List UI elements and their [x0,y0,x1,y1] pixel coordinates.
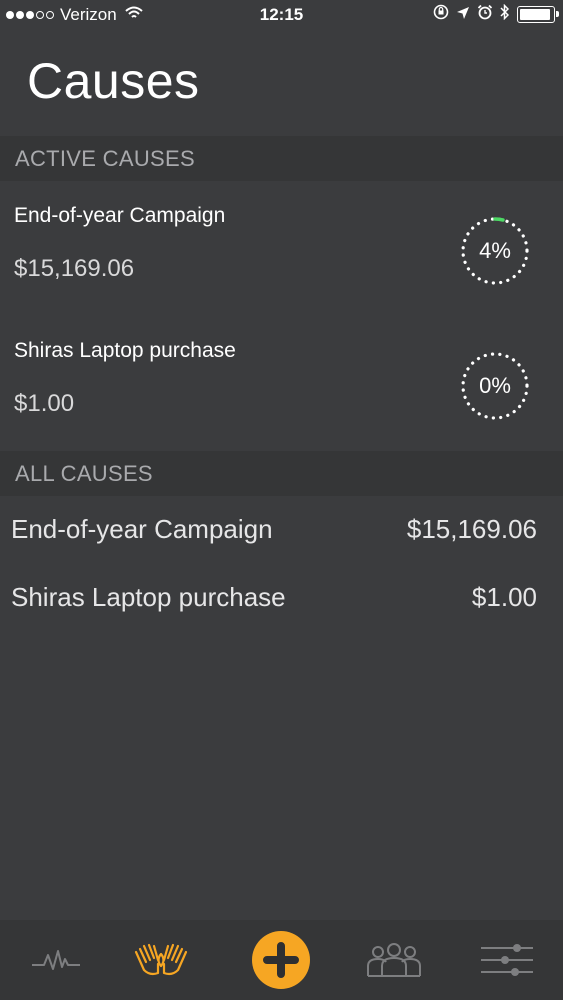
all-causes-header: ALL CAUSES [0,451,563,496]
cause-name: End-of-year Campaign [14,204,226,227]
progress-percent: 4% [479,238,511,263]
bluetooth-icon [500,3,510,25]
tab-activity[interactable] [0,920,112,1000]
battery-icon [517,6,559,23]
cause-list-item[interactable]: End-of-year Campaign $15,169.06 [0,496,563,564]
settings-sliders-icon [481,944,533,976]
tab-settings[interactable] [451,920,563,1000]
active-cause-row[interactable]: End-of-year Campaign $15,169.06 4% [0,181,563,316]
progress-percent: 0% [479,373,511,398]
rotation-lock-icon [433,4,449,25]
cause-name: Shiras Laptop purchase [14,339,236,362]
add-button[interactable] [252,931,310,989]
status-bar: Verizon 12:15 [0,0,563,30]
active-causes-header: ACTIVE CAUSES [0,136,563,181]
progress-ring: 4% [460,216,530,286]
tab-bar [0,920,563,1000]
cause-name: End-of-year Campaign [11,514,273,544]
cause-amount: $15,169.06 [14,255,135,282]
progress-ring: 0% [460,351,530,421]
add-icon [263,942,299,978]
location-arrow-icon [456,5,470,25]
activity-pulse-icon [32,950,80,970]
cause-name: Shiras Laptop purchase [11,582,286,612]
tab-people[interactable] [338,920,450,1000]
giving-hands-icon [134,943,188,976]
cause-amount: $15,169.06 [406,514,537,544]
active-cause-row[interactable]: Shiras Laptop purchase $1.00 0% [0,316,563,451]
cause-amount: $1.00 [471,582,537,612]
tab-causes[interactable] [105,920,217,1000]
cause-amount: $1.00 [14,390,75,417]
people-group-icon [367,943,421,977]
cause-list-item[interactable]: Shiras Laptop purchase $1.00 [0,564,563,632]
page-title: Causes [27,53,200,109]
alarm-icon [477,4,493,25]
tab-add[interactable] [225,920,337,1000]
